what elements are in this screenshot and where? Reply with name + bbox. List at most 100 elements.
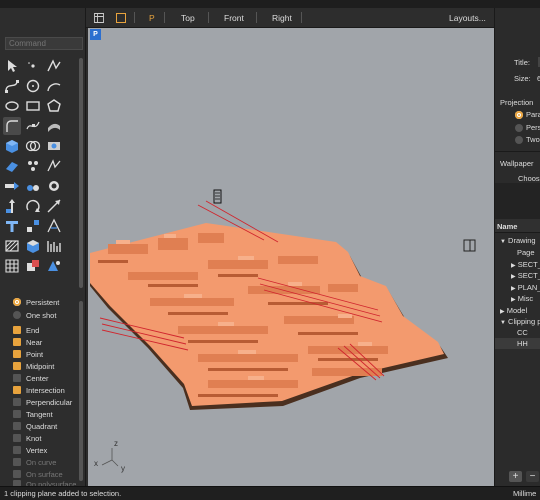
rotate-icon[interactable] — [24, 197, 42, 215]
select-arrow-icon[interactable] — [3, 57, 21, 75]
layers-icon[interactable] — [24, 257, 42, 275]
choose-wallpaper-button[interactable]: Choos — [518, 174, 540, 183]
explode-icon[interactable] — [24, 157, 42, 175]
tree-item-cc[interactable]: CC — [517, 328, 528, 337]
tree-item-label: SECT_ — [517, 260, 540, 269]
osnap-vertex[interactable]: Vertex — [13, 444, 47, 456]
perspective-viewport[interactable]: P z x y — [88, 28, 494, 486]
boolean-icon[interactable] — [24, 137, 42, 155]
extrude-icon[interactable] — [3, 157, 21, 175]
tree-item-drawing[interactable]: ▼ Drawing — [500, 236, 536, 245]
single-view-icon[interactable] — [116, 13, 126, 23]
tab-top[interactable]: Top — [181, 13, 195, 23]
group-icon[interactable] — [45, 177, 63, 195]
polyline-icon[interactable] — [45, 57, 63, 75]
edit-points-icon[interactable] — [24, 117, 42, 135]
trim-icon[interactable] — [3, 177, 21, 195]
projection-option-perspective[interactable]: Pers — [515, 123, 540, 132]
tree-item-label: HH — [517, 339, 528, 348]
tab-right[interactable]: Right — [272, 13, 292, 23]
osnap-label: Vertex — [26, 445, 48, 455]
clipping-plane-marker-icon[interactable] — [213, 189, 222, 204]
divider — [495, 151, 540, 152]
mesh-icon[interactable] — [45, 137, 63, 155]
fillet-icon[interactable] — [3, 117, 21, 135]
osnap-near[interactable]: Near — [13, 336, 42, 348]
projection-option-parallel[interactable]: Para — [515, 110, 540, 119]
projection-label: Projection — [500, 98, 534, 107]
osnap-intersection[interactable]: Intersection — [13, 384, 65, 396]
wallpaper-label: Wallpaper — [500, 159, 534, 168]
osnap-label: On surface — [26, 469, 63, 479]
tree-item-misc[interactable]: ▶ Misc — [511, 294, 533, 303]
hatch-icon[interactable] — [3, 237, 21, 255]
surface-icon[interactable] — [45, 117, 63, 135]
osnap-midpoint[interactable]: Midpoint — [13, 360, 54, 372]
tab-separator — [164, 12, 165, 23]
box-solid-icon[interactable] — [3, 137, 21, 155]
tree-item-model[interactable]: ▶ Model — [500, 306, 527, 315]
move-icon[interactable] — [3, 197, 21, 215]
analyze-icon[interactable] — [45, 237, 63, 255]
osnap-scrollbar[interactable] — [79, 301, 83, 481]
add-button[interactable]: + — [509, 471, 522, 482]
split-icon[interactable] — [45, 157, 63, 175]
array-icon[interactable] — [45, 217, 63, 235]
osnap-on-curve[interactable]: On curve — [13, 456, 56, 468]
join-icon[interactable] — [24, 177, 42, 195]
tree-item-sect-1[interactable]: ▶ SECT_ — [511, 260, 540, 269]
tree-item-label: Clipping p — [508, 317, 540, 326]
viewport-tab-bar: P Top Front Right Layouts... — [86, 8, 494, 28]
tree-item-clipping[interactable]: ▼ Clipping p — [500, 317, 540, 326]
tree-item-hh-selected[interactable]: HH — [495, 338, 540, 349]
circle-icon[interactable] — [24, 77, 42, 95]
clipping-plane-marker-icon[interactable] — [463, 239, 476, 252]
remove-button[interactable]: − — [526, 471, 539, 482]
osnap-end[interactable]: End — [13, 324, 39, 336]
osnap-mode-persistent[interactable]: Persistent — [13, 296, 59, 308]
city-model — [90, 223, 448, 410]
osnap-center[interactable]: Center — [13, 372, 49, 384]
osnap-on-surface[interactable]: On surface — [13, 468, 63, 480]
projection-option-two-point[interactable]: Two — [515, 135, 540, 144]
tab-front[interactable]: Front — [224, 13, 244, 23]
checkbox-icon — [13, 374, 21, 382]
dimension-icon[interactable] — [24, 217, 42, 235]
render-icon[interactable] — [45, 257, 63, 275]
osnap-perpendicular[interactable]: Perpendicular — [13, 396, 72, 408]
osnap-label: Knot — [26, 433, 42, 443]
arc-icon[interactable] — [45, 77, 63, 95]
checkbox-checked-icon — [13, 386, 21, 394]
status-bar: 1 clipping plane added to selection. Mil… — [0, 486, 540, 500]
command-input[interactable] — [5, 37, 83, 50]
osnap-mode-one-shot[interactable]: One shot — [13, 309, 56, 321]
text-icon[interactable] — [3, 217, 21, 235]
rectangle-icon[interactable] — [24, 97, 42, 115]
curve-icon[interactable] — [3, 77, 21, 95]
point-icon[interactable] — [24, 57, 42, 75]
tree-item-sect-2[interactable]: ▶ SECT_ — [511, 271, 540, 280]
tree-item-plan[interactable]: ▶ PLAN_ — [511, 283, 540, 292]
grid-view-icon[interactable] — [94, 13, 104, 23]
name-column-header[interactable]: Name — [497, 222, 517, 231]
toolbar-scrollbar[interactable] — [79, 58, 83, 288]
grid-icon[interactable] — [3, 257, 21, 275]
block-icon[interactable] — [24, 237, 42, 255]
osnap-quadrant[interactable]: Quadrant — [13, 420, 57, 432]
units-indicator[interactable]: Millime — [513, 489, 536, 498]
tree-item-page[interactable]: Page — [517, 248, 535, 257]
osnap-label: Perpendicular — [26, 397, 73, 407]
osnap-mode-label: Persistent — [26, 297, 60, 307]
ellipse-icon[interactable] — [3, 97, 21, 115]
scale-icon[interactable] — [45, 197, 63, 215]
polygon-icon[interactable] — [45, 97, 63, 115]
checkbox-checked-icon — [13, 362, 21, 370]
layouts-button[interactable]: Layouts... — [449, 13, 486, 23]
panel-spacer — [495, 183, 540, 219]
osnap-tangent[interactable]: Tangent — [13, 408, 53, 420]
tree-item-label: Misc — [517, 294, 534, 303]
osnap-knot[interactable]: Knot — [13, 432, 41, 444]
tab-perspective[interactable]: P — [149, 13, 155, 23]
tree-item-label: Drawing — [508, 236, 536, 245]
osnap-point[interactable]: Point — [13, 348, 43, 360]
